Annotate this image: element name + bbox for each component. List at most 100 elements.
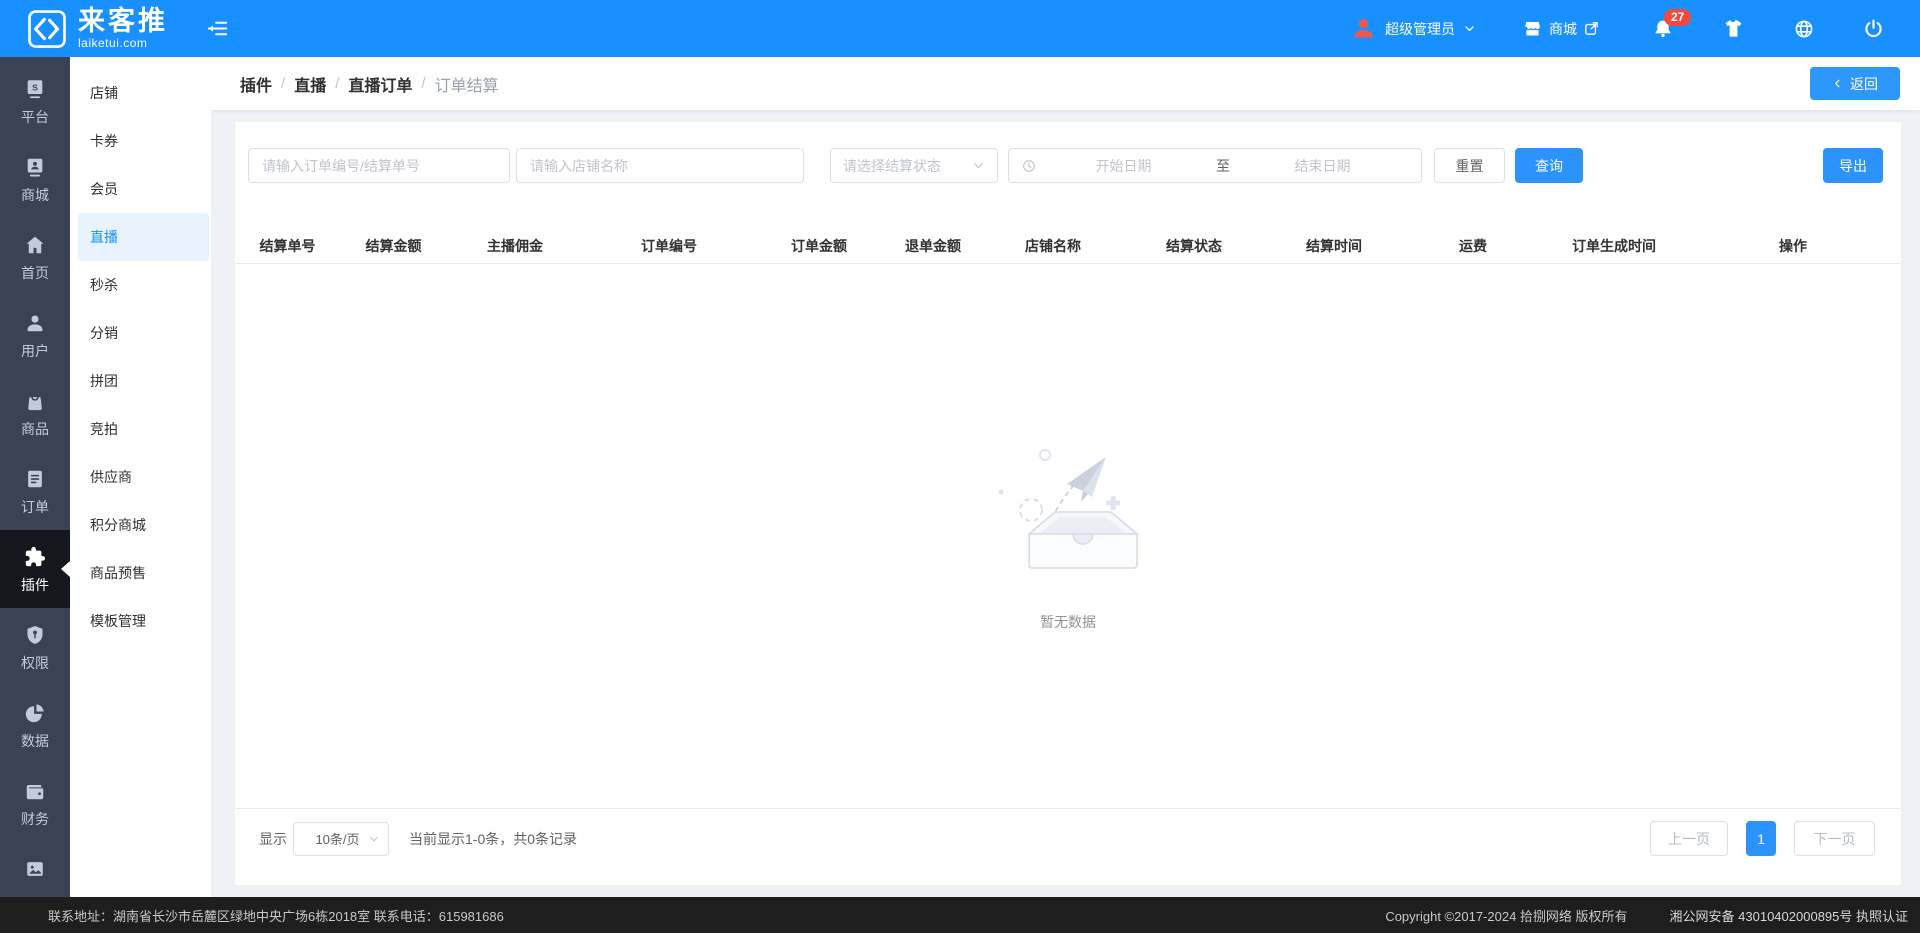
sidebar-item-label: 平台	[21, 107, 49, 127]
language-button[interactable]	[1793, 18, 1815, 40]
column-header: 订单编号	[583, 236, 755, 256]
filter-bar: 请选择结算状态 至 重置 查询 导出	[235, 148, 1901, 183]
settlement-status-placeholder: 请选择结算状态	[843, 156, 972, 176]
wallet-icon	[24, 780, 46, 802]
home-icon	[24, 234, 46, 256]
column-header: 操作	[1685, 236, 1901, 256]
sidebar-item-label: 订单	[21, 497, 49, 517]
main-content: 插件 / 直播 / 直播订单 / 订单结算 返回 请选择结算状态 至	[211, 57, 1920, 897]
merchandise-button[interactable]	[1722, 17, 1745, 40]
breadcrumb-separator: /	[281, 75, 285, 92]
shield-key-icon	[24, 624, 46, 646]
date-range-picker[interactable]: 至	[1008, 148, 1422, 183]
submenu-item-auction[interactable]: 竞拍	[70, 405, 211, 453]
submenu-item-shop[interactable]: 店铺	[70, 69, 211, 117]
order-number-input[interactable]	[248, 148, 510, 183]
menu-fold-icon	[206, 17, 229, 40]
chevron-down-icon	[368, 833, 380, 845]
plugin-submenu: 店铺 卡券 会员 直播 秒杀 分销 拼团 竞拍 供应商 积分商城 商品预售 模板…	[70, 57, 211, 897]
column-header: 退单金额	[883, 236, 983, 256]
notifications-button[interactable]: 27	[1652, 18, 1674, 40]
submenu-item-flash-sale[interactable]: 秒杀	[70, 261, 211, 309]
chevron-left-icon	[1832, 77, 1843, 90]
topbar: 来客推 laiketui.com 超级管理员 商城	[0, 0, 1920, 57]
sidebar-item-label: 商城	[21, 185, 49, 205]
avatar	[1350, 15, 1377, 42]
export-button[interactable]: 导出	[1823, 148, 1883, 183]
sidebar-item-finance[interactable]: 财务	[0, 764, 70, 842]
clipboard-icon	[24, 468, 46, 490]
sidebar-item-label: 权限	[21, 653, 49, 673]
column-header: 结算时间	[1265, 236, 1403, 256]
sidebar-item-label: 插件	[21, 575, 49, 595]
platform-s-icon: S	[24, 78, 46, 100]
notification-badge: 27	[1664, 9, 1691, 26]
icon-sidebar: S 平台 商城 首页 用户 商品 订单 插件 权限 数据 财务	[0, 57, 70, 897]
logout-button[interactable]	[1863, 18, 1884, 39]
logo-title: 来客推	[78, 8, 168, 35]
breadcrumb-item-live-orders[interactable]: 直播订单	[348, 72, 412, 96]
reset-button[interactable]: 重置	[1434, 148, 1505, 183]
shop-name-input[interactable]	[516, 148, 804, 183]
pagination-summary: 当前显示1-0条，共0条记录	[409, 829, 577, 849]
puzzle-icon	[24, 546, 46, 568]
contact-card-icon	[24, 156, 46, 178]
table-header: 结算单号 结算金额 主播佣金 订单编号 订单金额 退单金额 店铺名称 结算状态 …	[235, 228, 1901, 264]
breadcrumb-item-plugins[interactable]: 插件	[240, 72, 272, 96]
back-button-label: 返回	[1850, 74, 1878, 94]
submenu-item-presale[interactable]: 商品预售	[70, 549, 211, 597]
column-header: 主播佣金	[447, 236, 583, 256]
footer-license: 湘公网安备 43010402000895号 执照认证	[1670, 906, 1908, 925]
column-header: 店铺名称	[983, 236, 1123, 256]
page-size-select[interactable]: 10条/页	[293, 822, 389, 856]
sidebar-item-plugins[interactable]: 插件	[0, 530, 70, 608]
sidebar-item-label: 商品	[21, 419, 49, 439]
prev-page-button[interactable]: 上一页	[1650, 821, 1728, 856]
user-menu[interactable]: 超级管理员	[1350, 15, 1476, 42]
breadcrumb-separator: /	[335, 75, 339, 92]
submenu-item-templates[interactable]: 模板管理	[70, 597, 211, 645]
sidebar-item-users[interactable]: 用户	[0, 296, 70, 374]
sidebar-item-platform[interactable]: S 平台	[0, 62, 70, 140]
next-page-button[interactable]: 下一页	[1794, 821, 1875, 856]
sidebar-item-home[interactable]: 首页	[0, 218, 70, 296]
current-page-button[interactable]: 1	[1746, 821, 1776, 856]
globe-icon	[1793, 18, 1815, 40]
sidebar-item-data[interactable]: 数据	[0, 686, 70, 764]
sidebar-item-orders[interactable]: 订单	[0, 452, 70, 530]
app-logo: 来客推 laiketui.com	[0, 8, 190, 50]
sidebar-item-mall[interactable]: 商城	[0, 140, 70, 218]
sidebar-item-permissions[interactable]: 权限	[0, 608, 70, 686]
breadcrumb: 插件 / 直播 / 直播订单 / 订单结算 返回	[211, 57, 1920, 110]
settlement-status-select[interactable]: 请选择结算状态	[830, 148, 998, 183]
column-header: 结算单号	[235, 236, 340, 256]
date-range-separator: 至	[1210, 156, 1236, 176]
collapse-menu-button[interactable]	[202, 14, 232, 44]
pie-chart-icon	[24, 702, 46, 724]
column-header: 订单生成时间	[1543, 236, 1685, 256]
start-date-input[interactable]	[1037, 158, 1210, 174]
submenu-item-coupons[interactable]: 卡券	[70, 117, 211, 165]
sidebar-item-goods[interactable]: 商品	[0, 374, 70, 452]
clock-icon	[1021, 158, 1037, 174]
end-date-input[interactable]	[1236, 158, 1409, 174]
submenu-item-supplier[interactable]: 供应商	[70, 453, 211, 501]
shop-front-link[interactable]: 商城	[1522, 18, 1600, 39]
submenu-item-group-buy[interactable]: 拼团	[70, 357, 211, 405]
picture-icon	[24, 858, 46, 880]
submenu-item-points-mall[interactable]: 积分商城	[70, 501, 211, 549]
back-button[interactable]: 返回	[1810, 67, 1900, 100]
sidebar-item-extra[interactable]	[0, 842, 70, 897]
content-card: 请选择结算状态 至 重置 查询 导出 结算单号 结算金额 主播佣金 订单编号 订…	[235, 122, 1901, 885]
search-button[interactable]: 查询	[1515, 148, 1583, 183]
brand-brackets-icon	[26, 8, 68, 50]
page-size-label: 显示	[259, 829, 287, 849]
sidebar-item-label: 数据	[21, 731, 49, 751]
user-icon	[24, 312, 46, 334]
submenu-item-distribution[interactable]: 分销	[70, 309, 211, 357]
column-header: 结算状态	[1123, 236, 1265, 256]
footer-contact: 联系地址：湖南省长沙市岳麓区绿地中央广场6栋2018室 联系电话：6159816…	[0, 906, 504, 925]
breadcrumb-item-live[interactable]: 直播	[294, 72, 326, 96]
submenu-item-live[interactable]: 直播	[78, 213, 209, 261]
submenu-item-members[interactable]: 会员	[70, 165, 211, 213]
